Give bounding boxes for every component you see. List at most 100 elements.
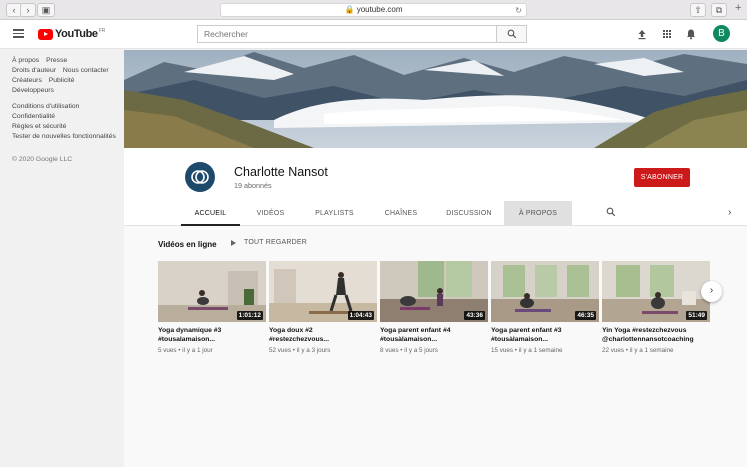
view-count: 15 vues	[491, 347, 514, 354]
shelf-next-button[interactable]: ›	[701, 281, 722, 302]
address-bar[interactable]: 🔒 youtube.com ↻	[220, 3, 527, 17]
link-terms[interactable]: Conditions d'utilisation	[12, 103, 79, 110]
new-tab-icon[interactable]: +	[735, 2, 741, 14]
video-title-line: #tousàlamaison...	[491, 336, 549, 343]
logo-country: FR	[98, 28, 106, 34]
sidebar-links-row: Droits d'auteur Nous contacter	[12, 66, 112, 76]
upload-age: il y a 5 jours	[404, 347, 438, 354]
channel-avatar[interactable]	[185, 162, 215, 192]
notifications-bell-icon[interactable]	[684, 27, 698, 41]
video-duration: 1:01:12	[236, 311, 263, 320]
video-thumbnail[interactable]: 51:49	[602, 261, 710, 322]
channel-search-icon[interactable]	[606, 207, 616, 217]
video-metadata: 8 vues • il y a 5 jours	[380, 347, 438, 354]
shelf-title[interactable]: Vidéos en ligne	[158, 240, 217, 249]
link-developers[interactable]: Développeurs	[12, 87, 54, 94]
apps-icon[interactable]	[660, 27, 674, 41]
video-card[interactable]: 43:36 Yoga parent enfant #4 #tousàlamais…	[380, 261, 488, 354]
subscribe-button[interactable]: S'ABONNER	[634, 168, 690, 187]
channel-name: Charlotte Nansot	[234, 165, 328, 179]
video-duration: 51:49	[686, 311, 707, 320]
upload-age: il y a 1 semaine	[629, 347, 674, 354]
video-title-line: Yoga parent enfant #4	[380, 327, 451, 334]
video-thumbnail[interactable]: 46:35	[491, 261, 599, 322]
tabs-overview-icon[interactable]: ⧉	[711, 3, 727, 17]
video-title[interactable]: Yoga parent enfant #3 #tousàlamaison...	[491, 326, 599, 344]
upload-age: il y a 1 semaine	[518, 347, 563, 354]
sidebar-links-row: Créateurs Publicité	[12, 76, 112, 86]
video-title[interactable]: Yoga doux #2 #restezchezvous...	[269, 326, 377, 344]
tab-discussion[interactable]: DISCUSSION	[434, 201, 504, 226]
video-metadata: 52 vues • il y a 3 jours	[269, 347, 331, 354]
tab-playlists[interactable]: PLAYLISTS	[301, 201, 368, 226]
account-avatar[interactable]: B	[713, 25, 730, 42]
link-advertise[interactable]: Publicité	[49, 77, 75, 84]
chevron-right-icon: ›	[709, 285, 714, 296]
link-policy-safety[interactable]: Règles et sécurité	[12, 123, 66, 130]
link-about[interactable]: À propos	[12, 57, 39, 64]
tab-a-propos[interactable]: À PROPOS	[504, 201, 572, 226]
share-icon[interactable]: ⇧	[690, 3, 706, 17]
upload-icon[interactable]	[635, 27, 649, 41]
upload-age: il y a 1 jour	[182, 347, 213, 354]
video-card[interactable]: 1:04:43 Yoga doux #2 #restezchezvous... …	[269, 261, 377, 354]
subscriber-count: 19 abonnés	[234, 181, 272, 190]
search-icon	[507, 29, 516, 39]
video-duration: 43:36	[464, 311, 485, 320]
play-all-label: TOUT REGARDER	[244, 239, 308, 246]
video-metadata: 15 vues • il y a 1 semaine	[491, 347, 563, 354]
browser-toolbar: ‹ › ▣ 🔒 youtube.com ↻ ⇧ ⧉ +	[0, 0, 747, 20]
search-button[interactable]	[497, 25, 527, 43]
guide-sidebar: À propos Presse Droits d'auteur Nous con…	[0, 50, 124, 467]
video-card[interactable]: 46:35 Yoga parent enfant #3 #tousàlamais…	[491, 261, 599, 354]
link-privacy[interactable]: Confidentialité	[12, 113, 55, 120]
video-title[interactable]: Yoga dynamique #3 #tousalamaison...	[158, 326, 266, 344]
tab-chaines[interactable]: CHAÎNES	[368, 201, 434, 226]
play-all-button[interactable]: TOUT REGARDER	[231, 239, 307, 246]
lock-icon: 🔒	[344, 5, 355, 14]
link-test-features[interactable]: Tester de nouvelles fonctionnalités	[12, 133, 116, 140]
video-metadata: 5 vues • il y a 1 jour	[158, 347, 213, 354]
youtube-header: YouTube FR B	[0, 20, 747, 49]
sidebar-links-row: À propos Presse	[12, 56, 112, 66]
sidebar-toggle-icon[interactable]: ▣	[37, 3, 55, 17]
tab-accueil[interactable]: ACCUEIL	[181, 201, 240, 226]
video-card[interactable]: 1:01:12 Yoga dynamique #3 #tousalamaison…	[158, 261, 266, 354]
view-count: 22 vues	[602, 347, 625, 354]
video-thumbnail[interactable]: 1:04:43	[269, 261, 377, 322]
video-title[interactable]: Yin Yoga #restezchezvous @charlottennans…	[602, 326, 710, 344]
video-title-line: #restezchezvous...	[269, 336, 330, 343]
link-creators[interactable]: Créateurs	[12, 77, 42, 84]
video-title-line: Yoga doux #2	[269, 327, 313, 334]
video-title[interactable]: Yoga parent enfant #4 #tousàlamaison...	[380, 326, 488, 344]
reload-icon[interactable]: ↻	[515, 5, 522, 17]
link-press[interactable]: Presse	[46, 57, 67, 64]
uploads-shelf: Vidéos en ligne TOUT REGARDER 1:01:12 Yo…	[124, 226, 747, 467]
video-title-line: Yoga dynamique #3	[158, 327, 222, 334]
video-thumbnail[interactable]: 1:01:12	[158, 261, 266, 322]
channel-header: Charlotte Nansot 19 abonnés S'ABONNER AC…	[124, 148, 747, 226]
search-input[interactable]	[198, 26, 488, 42]
channel-banner	[124, 50, 747, 148]
youtube-play-icon	[38, 28, 53, 40]
youtube-logo[interactable]: YouTube FR	[38, 28, 105, 40]
video-duration: 1:04:43	[347, 311, 374, 320]
tab-videos[interactable]: VIDÉOS	[240, 201, 301, 226]
video-metadata: 22 vues • il y a 1 semaine	[602, 347, 674, 354]
view-count: 52 vues	[269, 347, 292, 354]
logo-text: YouTube	[55, 28, 98, 40]
video-card[interactable]: 51:49 Yin Yoga #restezchezvous @charlott…	[602, 261, 710, 354]
view-count: 5 vues	[158, 347, 177, 354]
forward-button[interactable]: ›	[20, 3, 36, 17]
tabs-scroll-right-icon[interactable]: ›	[728, 207, 731, 218]
link-copyright[interactable]: Droits d'auteur	[12, 67, 56, 74]
upload-age: il y a 3 jours	[296, 347, 331, 354]
video-title-line: Yin Yoga #restezchezvous	[602, 327, 687, 334]
menu-icon[interactable]	[13, 29, 24, 38]
banner-landscape-image	[124, 50, 747, 148]
sidebar-links-row: Développeurs	[12, 86, 112, 96]
video-title-line: #tousàlamaison...	[380, 336, 438, 343]
copyright-text: © 2020 Google LLC	[12, 156, 73, 163]
video-thumbnail[interactable]: 43:36	[380, 261, 488, 322]
link-contact[interactable]: Nous contacter	[63, 67, 109, 74]
